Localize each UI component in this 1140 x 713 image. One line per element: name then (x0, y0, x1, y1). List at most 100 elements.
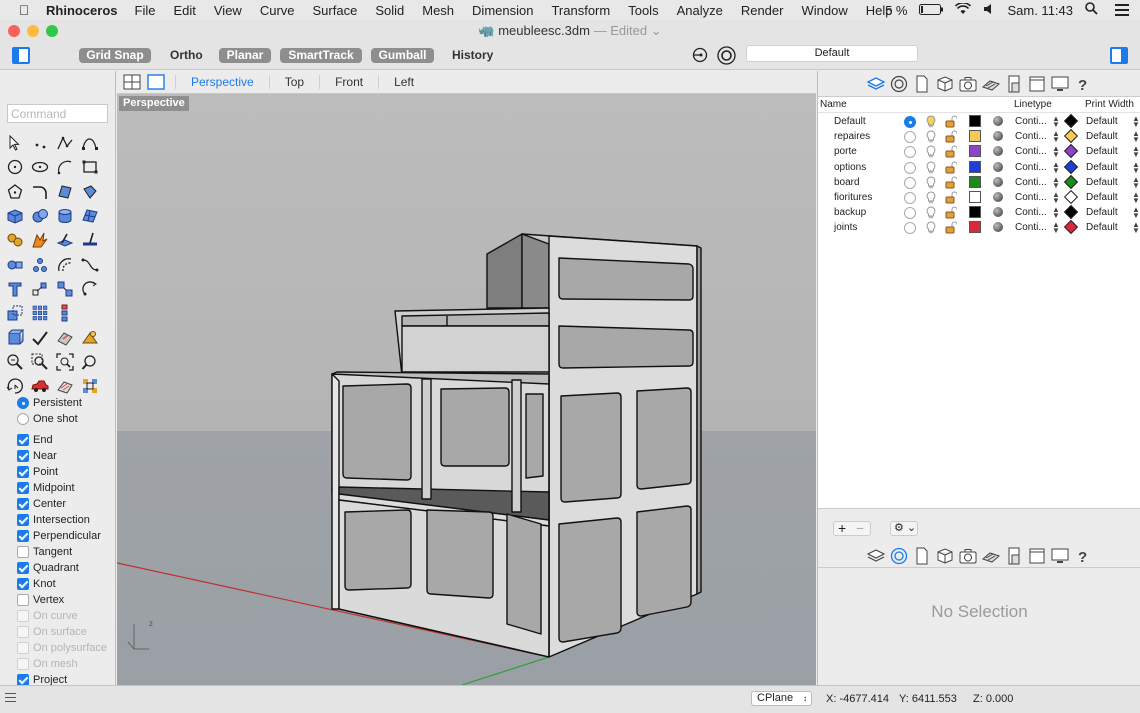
viewport-scene[interactable]: z (117, 94, 816, 685)
current-layer-radio[interactable] (904, 222, 916, 235)
left-sidebar-toggle-icon[interactable] (12, 47, 30, 64)
print-color-diamond[interactable] (1063, 205, 1079, 220)
render-target-icon[interactable] (717, 46, 736, 65)
join-icon[interactable] (3, 252, 27, 276)
rectangle-icon[interactable] (78, 155, 102, 179)
layer-name[interactable]: board (834, 177, 860, 188)
layer-row[interactable]: fioritures Conti... ▲ ▼ Default ▲ ▼ (818, 189, 1140, 205)
unlocked-padlock-icon[interactable] (945, 191, 957, 204)
layer-linetype[interactable]: Conti... (1015, 192, 1047, 203)
print-color-diamond[interactable] (1063, 159, 1079, 174)
layer-color-swatch[interactable] (969, 175, 981, 188)
up-down-arrows-icon[interactable]: ▲ ▼ (1052, 160, 1060, 174)
check-icon[interactable] (28, 325, 52, 349)
grid-snap-button[interactable]: Grid Snap (79, 48, 151, 63)
material-sphere-icon[interactable] (993, 176, 1003, 187)
menu-curve[interactable]: Curve (251, 3, 304, 18)
viewport-icon[interactable] (1028, 547, 1046, 565)
curve-icon[interactable] (78, 131, 102, 155)
layer-linetype[interactable]: Conti... (1015, 162, 1047, 173)
osnap-perpendicular[interactable]: Perpendicular (17, 528, 115, 544)
material-sphere-icon[interactable] (993, 161, 1003, 172)
up-down-arrows-icon[interactable]: ▲ ▼ (1132, 160, 1140, 174)
texture-icon[interactable] (982, 547, 1000, 565)
up-down-arrows-icon[interactable]: ▲ ▼ (1052, 206, 1060, 220)
current-layer-dropdown[interactable]: Default (746, 45, 918, 62)
zoom-icon[interactable] (3, 350, 27, 374)
point-icon[interactable] (28, 131, 52, 155)
render-target-icon[interactable] (890, 547, 908, 565)
up-down-arrows-icon[interactable]: ▲ ▼ (1052, 190, 1060, 204)
display-icon[interactable] (1051, 75, 1069, 93)
explode-icon[interactable] (28, 228, 52, 252)
layer-print-width[interactable]: Default (1086, 207, 1118, 218)
current-layer-radio[interactable] (904, 146, 916, 159)
zoom-selected-icon[interactable] (78, 350, 102, 374)
radio-unselected[interactable] (17, 413, 29, 425)
up-down-arrows-icon[interactable]: ▲ ▼ (1132, 145, 1140, 159)
unlocked-padlock-icon[interactable] (945, 206, 957, 219)
radio-selected[interactable] (17, 397, 29, 409)
osnap-center[interactable]: Center (17, 496, 115, 512)
layer-print-width[interactable]: Default (1086, 222, 1118, 233)
tab-front[interactable]: Front (319, 75, 378, 89)
tab-top[interactable]: Top (268, 75, 319, 89)
column-name[interactable]: Name (820, 99, 847, 110)
up-down-arrows-icon[interactable]: ▲ ▼ (1132, 206, 1140, 220)
layer-options-gear-icon[interactable]: ⚙ ⌄ (890, 521, 918, 536)
layer-name[interactable]: joints (834, 222, 857, 233)
boolean-union-icon[interactable] (3, 228, 27, 252)
layer-linetype[interactable]: Conti... (1015, 146, 1047, 157)
planar-button[interactable]: Planar (219, 48, 271, 63)
up-down-arrows-icon[interactable]: ▲ ▼ (1052, 221, 1060, 235)
help-icon[interactable]: ? (1074, 547, 1092, 565)
checkbox-checked[interactable] (17, 450, 29, 462)
project-curve-icon[interactable] (3, 325, 27, 349)
copy-icon[interactable] (53, 277, 77, 301)
column-linetype[interactable]: Linetype (1014, 99, 1052, 110)
polyline-icon[interactable] (53, 131, 77, 155)
osnap-vertex[interactable]: Vertex (17, 592, 115, 608)
array-icon[interactable] (28, 301, 52, 325)
print-color-diamond[interactable] (1063, 189, 1079, 205)
layer-row[interactable]: backup Conti... ▲ ▼ Default ▲ ▼ (818, 205, 1140, 220)
lightbulb-off-icon[interactable] (925, 191, 937, 204)
checkbox-checked[interactable] (17, 578, 29, 590)
cylinder-icon[interactable] (53, 204, 77, 228)
properties-page-icon[interactable] (913, 547, 931, 565)
layer-name[interactable]: options (834, 162, 866, 173)
layer-row[interactable]: Default Conti... ▲ ▼ Default ▲ ▼ (818, 113, 1140, 129)
material-sphere-icon[interactable] (993, 191, 1003, 202)
arc-icon[interactable] (53, 155, 77, 179)
split-icon[interactable] (53, 228, 77, 252)
scale-icon[interactable] (3, 301, 27, 325)
edited-indicator[interactable]: — Edited (594, 23, 647, 38)
checkbox-checked[interactable] (17, 562, 29, 574)
trim-icon[interactable] (78, 228, 102, 252)
zoom-extents-icon[interactable] (53, 350, 77, 374)
unlocked-padlock-icon[interactable] (945, 130, 957, 143)
layer-row[interactable]: board Conti... ▲ ▼ Default ▲ ▼ (818, 174, 1140, 190)
print-color-diamond[interactable] (1063, 220, 1079, 235)
layer-name[interactable]: backup (834, 207, 866, 218)
perspective-viewport[interactable]: z Perspective (117, 94, 816, 685)
layer-linetype[interactable]: Conti... (1015, 131, 1047, 142)
apple-menu-icon[interactable]:  (14, 2, 34, 18)
layer-linetype[interactable]: Conti... (1015, 177, 1047, 188)
up-down-arrows-icon[interactable]: ▲ ▼ (1052, 145, 1060, 159)
checkbox-unchecked[interactable] (17, 594, 29, 606)
remove-layer-icon[interactable]: − (856, 521, 864, 535)
osnap-midpoint[interactable]: Midpoint (17, 480, 115, 496)
unlocked-padlock-icon[interactable] (945, 161, 957, 174)
layer-color-swatch[interactable] (969, 206, 981, 219)
four-viewports-icon[interactable] (123, 74, 141, 90)
single-viewport-icon[interactable] (147, 74, 165, 90)
box-icon[interactable] (3, 204, 27, 228)
up-down-arrows-icon[interactable]: ▲ ▼ (1132, 221, 1140, 235)
osnap-point[interactable]: Point (17, 464, 115, 480)
layer-row[interactable]: repaires Conti... ▲ ▼ Default ▲ ▼ (818, 129, 1140, 144)
cplane-dropdown[interactable]: CPlane ↕ (751, 691, 812, 706)
viewport-title-label[interactable]: Perspective (119, 96, 189, 111)
layer-row[interactable]: porte Conti... ▲ ▼ Default ▲ ▼ (818, 144, 1140, 159)
polygon-icon[interactable] (3, 180, 27, 204)
